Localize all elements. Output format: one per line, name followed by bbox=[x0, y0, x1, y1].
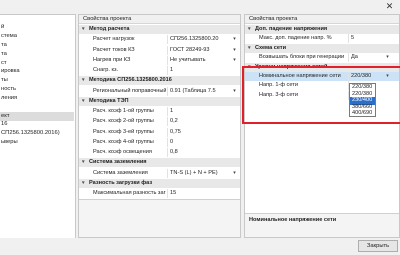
tree-item[interactable]: 16 bbox=[0, 120, 74, 129]
tree-item[interactable]: ления bbox=[0, 94, 74, 103]
property-value[interactable]: Не учитывать bbox=[168, 56, 230, 65]
tree-item[interactable]: та bbox=[0, 50, 74, 59]
category-label: Схема сети bbox=[255, 44, 287, 51]
category-row[interactable]: ▾ Доп. падение напряжения bbox=[245, 25, 399, 34]
description-area bbox=[79, 199, 240, 237]
tree-item[interactable]: стема bbox=[0, 32, 74, 41]
category-label: Разность загрузки фаз bbox=[89, 179, 153, 186]
collapse-icon[interactable]: ▾ bbox=[82, 97, 88, 106]
chevron-down-icon[interactable]: ▾ bbox=[231, 88, 238, 95]
property-value[interactable]: ГОСТ 28249-93 bbox=[168, 46, 230, 55]
property-label: Нагрев при КЗ bbox=[93, 56, 131, 63]
property-label: Расч. коэф 4-ой группы bbox=[93, 138, 154, 145]
tree-item[interactable]: ировка bbox=[0, 67, 74, 76]
property-label: Снагр. кз. bbox=[93, 67, 119, 73]
collapse-icon[interactable]: ▾ bbox=[82, 158, 88, 167]
property-value[interactable]: 0,75 bbox=[168, 128, 230, 137]
chevron-down-icon[interactable]: ▾ bbox=[231, 36, 238, 43]
property-row[interactable]: Расч. коэф 4-ой группы 0 bbox=[79, 137, 240, 147]
property-row[interactable]: Снагр. кз. 1 bbox=[79, 66, 240, 75]
property-row[interactable]: Максимальная разность загрузки...15 bbox=[79, 189, 240, 198]
highlight-box bbox=[242, 66, 400, 124]
property-row[interactable]: Региональный поправочный коэф.0.91 (Табл… bbox=[79, 86, 240, 96]
property-value[interactable]: TN-S (L) + N + PE) bbox=[168, 169, 230, 178]
property-value[interactable]: 0 bbox=[168, 138, 230, 147]
category-row[interactable]: ▾ Методика ТЭП bbox=[79, 96, 240, 106]
chevron-down-icon[interactable]: ▾ bbox=[384, 54, 391, 61]
category-row[interactable]: ▾ Система заземления bbox=[79, 158, 240, 168]
right-properties-panel: Свойства проекта ▾ Доп. падение напряжени… bbox=[244, 14, 400, 238]
chevron-down-icon[interactable]: ▾ bbox=[231, 47, 238, 54]
project-settings-window: ✕ й стема та та ст ировка ты ность ления ект 16 СП2… bbox=[0, 0, 400, 255]
tree-item[interactable]: ты bbox=[0, 76, 74, 85]
tree-item[interactable]: ьверы bbox=[0, 138, 74, 147]
property-value[interactable]: 1 bbox=[168, 107, 230, 116]
property-label: Возвышать блоки при генерации bbox=[259, 54, 345, 61]
property-value[interactable]: СП256.1325800.20 bbox=[168, 35, 230, 44]
property-value[interactable]: Да bbox=[349, 53, 383, 62]
collapse-icon[interactable]: ▾ bbox=[82, 76, 88, 85]
tree-item[interactable]: ность bbox=[0, 85, 74, 94]
category-label: Метод расчета bbox=[89, 26, 130, 32]
collapse-icon[interactable]: ▾ bbox=[82, 179, 88, 188]
property-row[interactable]: Макс. доп. падение напр. % 5 bbox=[245, 34, 399, 44]
description-title: Номинальное напряжение сети bbox=[249, 217, 337, 223]
property-value[interactable]: 0.91 (Таблица 7.5 bbox=[168, 87, 230, 96]
tree-item[interactable] bbox=[0, 103, 74, 112]
property-row[interactable]: Расчет нагрузок СП256.1325800.20 ▾ bbox=[79, 35, 240, 45]
property-row[interactable]: Расч. коэф 2-ой группы 0,2 bbox=[79, 117, 240, 127]
property-row[interactable]: Система заземления TN-S (L) + N + PE) ▾ bbox=[79, 168, 240, 178]
collapse-icon[interactable]: ▾ bbox=[248, 25, 254, 34]
tree-item[interactable]: й bbox=[0, 23, 74, 32]
property-label: Расчет нагрузок bbox=[93, 36, 135, 43]
property-label: Расч. коэф 1-ой группы bbox=[93, 108, 154, 114]
property-row[interactable]: Расч. коэф 1-ой группы 1 bbox=[79, 107, 240, 116]
category-row[interactable]: ▾ Методика СП256.1325800.2016 bbox=[79, 76, 240, 86]
chevron-down-icon[interactable]: ▾ bbox=[231, 170, 238, 177]
property-label: Расч. коэф освещения bbox=[93, 149, 152, 155]
property-value[interactable]: 1 bbox=[168, 66, 230, 75]
property-row[interactable]: Нагрев при КЗ Не учитывать ▾ bbox=[79, 55, 240, 65]
panel-title: Свойства проекта bbox=[245, 15, 399, 24]
tree-item[interactable]: СП256.1325800.2016) bbox=[0, 129, 74, 138]
property-label: Макс. доп. падение напр. % bbox=[259, 35, 332, 42]
property-value[interactable]: 5 bbox=[349, 34, 383, 43]
property-label: Расч. коэф 3-ей группы bbox=[93, 128, 154, 135]
close-icon[interactable]: ✕ bbox=[379, 0, 400, 13]
panel-title: Свойства проекта bbox=[79, 15, 240, 24]
property-value[interactable]: 15 bbox=[168, 189, 230, 198]
property-label: Расч. коэф 2-ой группы bbox=[93, 118, 154, 125]
property-label: Региональный поправочный коэф. bbox=[93, 87, 166, 94]
close-button[interactable]: Закрыть bbox=[358, 240, 398, 252]
property-row[interactable]: Возвышать блоки при генерации Да ▾ bbox=[245, 53, 399, 63]
property-row[interactable]: Расч. коэф освещения 0,8 bbox=[79, 148, 240, 157]
category-row[interactable]: ▾ Разность загрузки фаз bbox=[79, 178, 240, 188]
category-row[interactable]: ▾ Схема сети bbox=[245, 43, 399, 53]
property-label: Расчет токов КЗ bbox=[93, 46, 135, 53]
collapse-icon[interactable]: ▾ bbox=[82, 25, 88, 34]
description-area: Номинальное напряжение сети bbox=[245, 213, 399, 237]
middle-properties-panel: Свойства проекта ▾ Метод расчета Расчет на… bbox=[78, 14, 241, 238]
category-label: Методика ТЭП bbox=[89, 97, 129, 104]
property-value[interactable]: 0,2 bbox=[168, 117, 230, 126]
category-label: Доп. падение напряжения bbox=[255, 26, 328, 32]
property-value[interactable]: 0,8 bbox=[168, 148, 230, 157]
category-row[interactable]: ▾ Метод расчета bbox=[79, 25, 240, 34]
property-row[interactable]: Расч. коэф 3-ей группы 0,75 bbox=[79, 127, 240, 137]
category-label: Методика СП256.1325800.2016 bbox=[89, 77, 172, 84]
middle-property-grid: ▾ Метод расчета Расчет нагрузок СП256.13258… bbox=[79, 25, 240, 199]
collapse-icon[interactable]: ▾ bbox=[248, 44, 254, 53]
property-label: Максимальная разность загрузки... bbox=[93, 190, 166, 196]
project-tree: й стема та та ст ировка ты ность ления ект 16 СП256… bbox=[0, 14, 76, 238]
tree-item[interactable]: та bbox=[0, 41, 74, 50]
category-label: Система заземления bbox=[89, 159, 147, 166]
property-row[interactable]: Расчет токов КЗ ГОСТ 28249-93 ▾ bbox=[79, 45, 240, 55]
chevron-down-icon[interactable]: ▾ bbox=[231, 57, 238, 64]
property-label: Система заземления bbox=[93, 169, 148, 176]
